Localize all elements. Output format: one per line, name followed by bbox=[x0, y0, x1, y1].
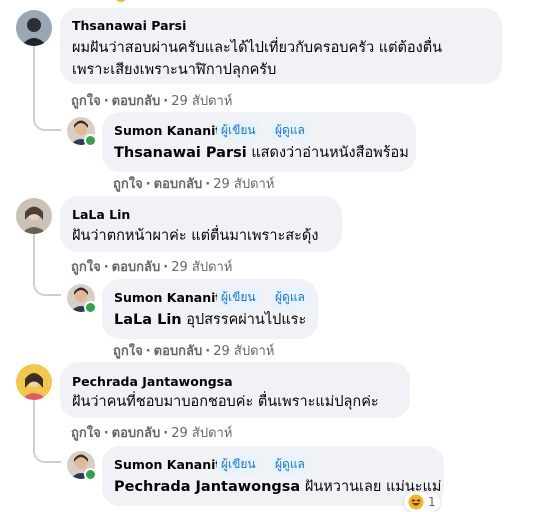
thread-connector bbox=[33, 108, 61, 131]
commenter-avatar[interactable] bbox=[16, 10, 52, 46]
like-link[interactable]: ถูกใจ bbox=[71, 426, 101, 441]
thread-line bbox=[33, 400, 35, 440]
comment-actions: ถูกใจ · ตอบกลับ · 29 สัปดาห์ bbox=[71, 260, 233, 275]
admin-badge: ผู้ดูแล bbox=[271, 121, 309, 140]
reply-link[interactable]: ตอบกลับ bbox=[112, 94, 161, 109]
author-badge: ผู้เขียน bbox=[217, 288, 260, 307]
timestamp[interactable]: 29 สัปดาห์ bbox=[171, 260, 232, 275]
user-avatar-icon bbox=[16, 198, 52, 234]
thread-connector bbox=[33, 272, 61, 296]
commenter-avatar[interactable] bbox=[16, 364, 52, 400]
reply-link[interactable]: ตอบกลับ bbox=[154, 177, 203, 192]
reply-link[interactable]: ตอบกลับ bbox=[154, 344, 203, 359]
comment-author[interactable]: Thsanawai Parsi bbox=[72, 18, 186, 33]
online-status-dot bbox=[84, 301, 97, 314]
timestamp[interactable]: 29 สัปดาห์ bbox=[171, 94, 232, 109]
online-status-dot bbox=[84, 134, 97, 147]
laughing-emoji-icon bbox=[408, 494, 424, 510]
comment-text-line: ผมฝันว่าสอบผ่านครับและได้ไปเที่ยวกับครอบ… bbox=[72, 40, 443, 56]
like-link[interactable]: ถูกใจ bbox=[71, 260, 101, 275]
reply-text: LaLa Lin อุปสรรคผ่านไปแระ bbox=[114, 309, 306, 331]
timestamp[interactable]: 29 สัปดาห์ bbox=[213, 177, 274, 192]
reaction-summary[interactable]: 1 bbox=[404, 492, 440, 512]
reply-message: แสดงว่าอ่านหนังสือพร้อม bbox=[251, 145, 409, 161]
reply-text: Pechrada Jantawongsa ฝันหวานเลย แม่นะแม่ bbox=[114, 476, 441, 498]
reply-actions: ถูกใจ · ตอบกลับ · 29 สัปดาห์ bbox=[113, 177, 275, 192]
reply-message: อุปสรรคผ่านไปแระ bbox=[186, 312, 307, 328]
comment-text-line: ฝันว่าตกหน้าผาค่ะ แต่ตื่นมาเพราะสะดุ้ง bbox=[72, 228, 319, 244]
previous-reaction-icon bbox=[116, 0, 126, 2]
reply-author[interactable]: Sumon Kananit bbox=[114, 123, 221, 138]
comment-author[interactable]: Pechrada Jantawongsa bbox=[72, 374, 233, 389]
author-badge: ผู้เขียน bbox=[217, 455, 260, 474]
like-link[interactable]: ถูกใจ bbox=[113, 177, 143, 192]
comment-actions: ถูกใจ · ตอบกลับ · 29 สัปดาห์ bbox=[71, 94, 233, 109]
thread-line bbox=[33, 234, 35, 274]
thread-connector bbox=[33, 438, 61, 463]
commenter-avatar[interactable] bbox=[16, 198, 52, 234]
user-avatar-icon bbox=[16, 10, 52, 46]
admin-badge: ผู้ดูแล bbox=[271, 455, 309, 474]
reply-author[interactable]: Sumon Kananit bbox=[114, 290, 221, 305]
author-badge: ผู้เขียน bbox=[217, 121, 260, 140]
reply-actions: ถูกใจ · ตอบกลับ · 29 สัปดาห์ bbox=[113, 344, 275, 359]
timestamp[interactable]: 29 สัปดาห์ bbox=[171, 426, 232, 441]
thread-line bbox=[33, 46, 35, 110]
comment-text-line: เพราะเสียงเพราะนาฬิกาปลุกครับ bbox=[72, 62, 277, 78]
reply-text: Thsanawai Parsi แสดงว่าอ่านหนังสือพร้อม bbox=[114, 142, 409, 164]
mention-link[interactable]: Thsanawai Parsi bbox=[114, 145, 247, 161]
mention-link[interactable]: LaLa Lin bbox=[114, 312, 182, 328]
reply-link[interactable]: ตอบกลับ bbox=[112, 426, 161, 441]
user-avatar-icon bbox=[16, 364, 52, 400]
reply-author[interactable]: Sumon Kananit bbox=[114, 457, 221, 472]
comment-text-line: ฝันว่าคนที่ชอบมาบอกชอบค่ะ ตื่นเพราะแม่ปล… bbox=[72, 394, 379, 410]
mention-link[interactable]: Pechrada Jantawongsa bbox=[114, 479, 300, 495]
admin-badge: ผู้ดูแล bbox=[271, 288, 309, 307]
comment-actions: ถูกใจ · ตอบกลับ · 29 สัปดาห์ bbox=[71, 426, 233, 441]
timestamp[interactable]: 29 สัปดาห์ bbox=[213, 344, 274, 359]
comment-author[interactable]: LaLa Lin bbox=[72, 207, 130, 222]
like-link[interactable]: ถูกใจ bbox=[71, 94, 101, 109]
online-status-dot bbox=[84, 468, 97, 481]
like-link[interactable]: ถูกใจ bbox=[113, 344, 143, 359]
reply-link[interactable]: ตอบกลับ bbox=[112, 260, 161, 275]
